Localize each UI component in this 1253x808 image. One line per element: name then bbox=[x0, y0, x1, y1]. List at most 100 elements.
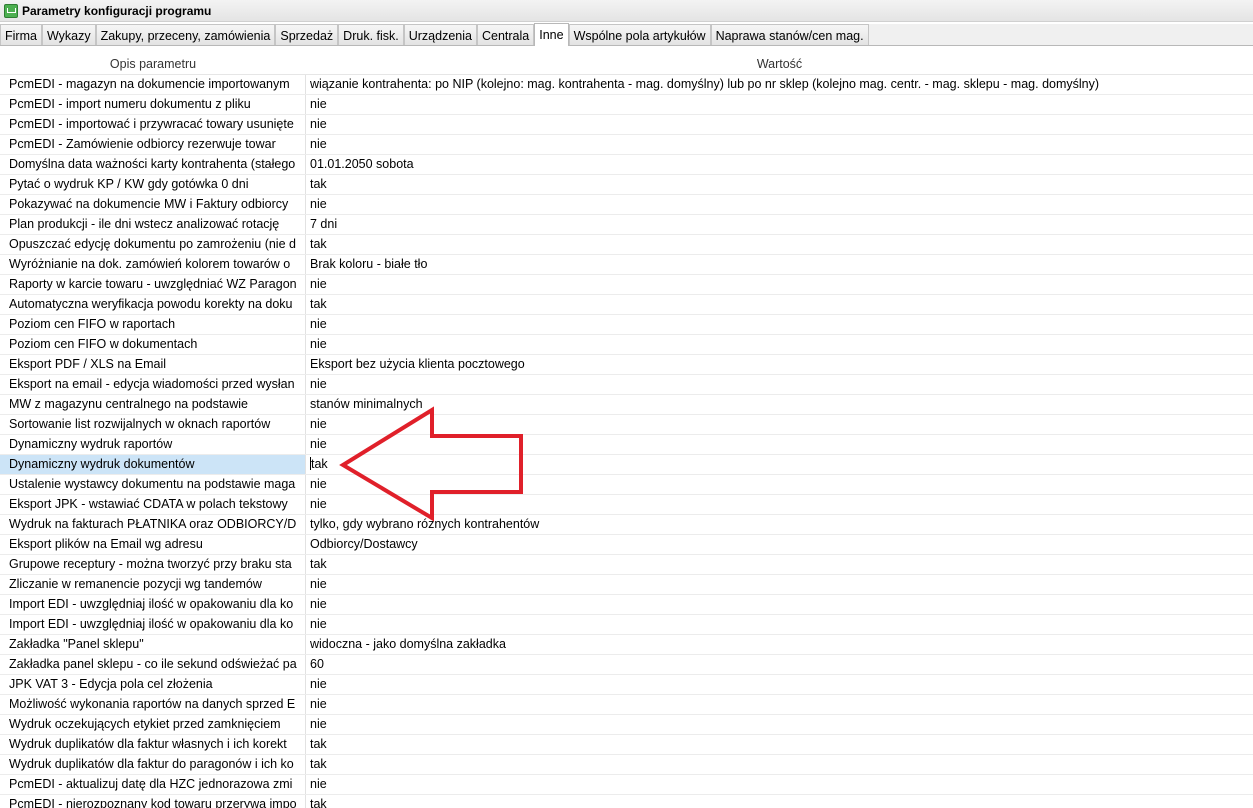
parameter-description[interactable]: Możliwość wykonania raportów na danych s… bbox=[0, 695, 306, 714]
column-header-value[interactable]: Wartość bbox=[306, 55, 1253, 74]
parameter-description[interactable]: PcmEDI - Zamówienie odbiorcy rezerwuje t… bbox=[0, 135, 306, 154]
parameter-value[interactable]: nie bbox=[306, 775, 1253, 794]
parameter-description[interactable]: Zakładka "Panel sklepu" bbox=[0, 635, 306, 654]
parameter-value[interactable]: nie bbox=[306, 135, 1253, 154]
parameter-description[interactable]: Plan produkcji - ile dni wstecz analizow… bbox=[0, 215, 306, 234]
tab-zakupy-przeceny-zamówienia[interactable]: Zakupy, przeceny, zamówienia bbox=[95, 24, 276, 45]
table-row[interactable]: PcmEDI - importować i przywracać towary … bbox=[0, 115, 1253, 135]
table-row[interactable]: Eksport na email - edycja wiadomości prz… bbox=[0, 375, 1253, 395]
parameter-value[interactable]: tak bbox=[306, 295, 1253, 314]
table-row[interactable]: PcmEDI - magazyn na dokumencie importowa… bbox=[0, 75, 1253, 95]
table-row[interactable]: Pytać o wydruk KP / KW gdy gotówka 0 dni… bbox=[0, 175, 1253, 195]
table-row[interactable]: Wydruk oczekujących etykiet przed zamkni… bbox=[0, 715, 1253, 735]
parameter-description[interactable]: Wydruk na fakturach PŁATNIKA oraz ODBIOR… bbox=[0, 515, 306, 534]
parameter-value[interactable]: nie bbox=[306, 575, 1253, 594]
parameter-value[interactable]: nie bbox=[306, 475, 1253, 494]
table-row[interactable]: Wyróżnianie na dok. zamówień kolorem tow… bbox=[0, 255, 1253, 275]
table-row[interactable]: Zliczanie w remanencie pozycji wg tandem… bbox=[0, 575, 1253, 595]
parameter-description[interactable]: PcmEDI - importować i przywracać towary … bbox=[0, 115, 306, 134]
parameter-description[interactable]: Pytać o wydruk KP / KW gdy gotówka 0 dni bbox=[0, 175, 306, 194]
parameter-value[interactable]: tak bbox=[306, 235, 1253, 254]
parameter-description[interactable]: Pokazywać na dokumencie MW i Faktury odb… bbox=[0, 195, 306, 214]
tab-wspólne-pola-artykułów[interactable]: Wspólne pola artykułów bbox=[568, 24, 711, 45]
table-row[interactable]: Zakładka "Panel sklepu" widoczna - jako d… bbox=[0, 635, 1253, 655]
parameter-value[interactable]: Eksport bez użycia klienta pocztowego bbox=[306, 355, 1253, 374]
table-row[interactable]: Raporty w karcie towaru - uwzględniać WZ… bbox=[0, 275, 1253, 295]
parameter-description[interactable]: Domyślna data ważności karty kontrahenta… bbox=[0, 155, 306, 174]
table-row[interactable]: Poziom cen FIFO w raportach nie bbox=[0, 315, 1253, 335]
parameter-value[interactable]: nie bbox=[306, 335, 1253, 354]
table-row[interactable]: Eksport plików na Email wg adresu Odbiorc… bbox=[0, 535, 1253, 555]
table-row[interactable]: Grupowe receptury - można tworzyć przy b… bbox=[0, 555, 1253, 575]
tab-druk-fisk[interactable]: Druk. fisk. bbox=[338, 24, 404, 45]
parameter-description[interactable]: Eksport PDF / XLS na Email bbox=[0, 355, 306, 374]
parameter-description[interactable]: Import EDI - uwzględniaj ilość w opakowa… bbox=[0, 615, 306, 634]
parameter-description[interactable]: Ustalenie wystawcy dokumentu na podstawi… bbox=[0, 475, 306, 494]
table-row[interactable]: Domyślna data ważności karty kontrahenta… bbox=[0, 155, 1253, 175]
parameter-description[interactable]: Eksport na email - edycja wiadomości prz… bbox=[0, 375, 306, 394]
parameter-value[interactable]: tak bbox=[306, 175, 1253, 194]
parameter-value[interactable]: nie bbox=[306, 375, 1253, 394]
parameter-value[interactable]: nie bbox=[306, 715, 1253, 734]
parameter-description[interactable]: Eksport plików na Email wg adresu bbox=[0, 535, 306, 554]
table-row[interactable]: Wydruk na fakturach PŁATNIKA oraz ODBIOR… bbox=[0, 515, 1253, 535]
table-row[interactable]: PcmEDI - nierozpoznany kod towaru przery… bbox=[0, 795, 1253, 808]
table-row[interactable]: Eksport PDF / XLS na Email Eksport bez uż… bbox=[0, 355, 1253, 375]
parameter-value[interactable]: nie bbox=[306, 435, 1253, 454]
table-row[interactable]: Wydruk duplikatów dla faktur własnych i … bbox=[0, 735, 1253, 755]
table-row[interactable]: Zakładka panel sklepu - co ile sekund od… bbox=[0, 655, 1253, 675]
parameter-value[interactable]: nie bbox=[306, 275, 1253, 294]
table-row[interactable]: Możliwość wykonania raportów na danych s… bbox=[0, 695, 1253, 715]
column-header-description[interactable]: Opis parametru bbox=[0, 55, 306, 74]
parameter-description[interactable]: PcmEDI - nierozpoznany kod towaru przery… bbox=[0, 795, 306, 808]
parameter-value[interactable]: nie bbox=[306, 695, 1253, 714]
parameter-value[interactable]: nie bbox=[306, 675, 1253, 694]
parameter-description[interactable]: Poziom cen FIFO w dokumentach bbox=[0, 335, 306, 354]
table-row[interactable]: Dynamiczny wydruk raportów nie bbox=[0, 435, 1253, 455]
parameter-description[interactable]: Dynamiczny wydruk dokumentów bbox=[0, 455, 306, 474]
parameter-value[interactable]: tak bbox=[306, 795, 1253, 808]
parameter-value[interactable]: nie bbox=[306, 195, 1253, 214]
parameter-value[interactable]: 60 bbox=[306, 655, 1253, 674]
parameter-value[interactable]: nie bbox=[306, 95, 1253, 114]
parameter-value[interactable]: tak bbox=[306, 735, 1253, 754]
parameter-description[interactable]: Eksport JPK - wstawiać CDATA w polach te… bbox=[0, 495, 306, 514]
table-row[interactable]: PcmEDI - import numeru dokumentu z pliku… bbox=[0, 95, 1253, 115]
parameter-description[interactable]: PcmEDI - import numeru dokumentu z pliku bbox=[0, 95, 306, 114]
table-row[interactable]: Dynamiczny wydruk dokumentów tak bbox=[0, 455, 1253, 475]
parameter-value[interactable]: nie bbox=[306, 315, 1253, 334]
parameter-description[interactable]: Zliczanie w remanencie pozycji wg tandem… bbox=[0, 575, 306, 594]
parameter-description[interactable]: Automatyczna weryfikacja powodu korekty … bbox=[0, 295, 306, 314]
table-row[interactable]: Poziom cen FIFO w dokumentach nie bbox=[0, 335, 1253, 355]
parameter-description[interactable]: Wyróżnianie na dok. zamówień kolorem tow… bbox=[0, 255, 306, 274]
parameter-description[interactable]: MW z magazynu centralnego na podstawie bbox=[0, 395, 306, 414]
parameter-description[interactable]: Grupowe receptury - można tworzyć przy b… bbox=[0, 555, 306, 574]
parameter-value[interactable]: tak bbox=[306, 455, 1253, 474]
table-row[interactable]: JPK VAT 3 - Edycja pola cel złożenia nie bbox=[0, 675, 1253, 695]
parameter-value[interactable]: nie bbox=[306, 595, 1253, 614]
parameter-value[interactable]: widoczna - jako domyślna zakładka bbox=[306, 635, 1253, 654]
table-row[interactable]: MW z magazynu centralnego na podstawie st… bbox=[0, 395, 1253, 415]
parameter-description[interactable]: JPK VAT 3 - Edycja pola cel złożenia bbox=[0, 675, 306, 694]
parameter-description[interactable]: Poziom cen FIFO w raportach bbox=[0, 315, 306, 334]
parameter-value[interactable]: nie bbox=[306, 495, 1253, 514]
parameter-description[interactable]: PcmEDI - magazyn na dokumencie importowa… bbox=[0, 75, 306, 94]
parameter-description[interactable]: Opuszczać edycję dokumentu po zamrożeniu… bbox=[0, 235, 306, 254]
parameter-description[interactable]: Wydruk duplikatów dla faktur do paragonó… bbox=[0, 755, 306, 774]
parameter-value[interactable]: tylko, gdy wybrano różnych kontrahentów bbox=[306, 515, 1253, 534]
tab-wykazy[interactable]: Wykazy bbox=[41, 24, 96, 45]
table-row[interactable]: Sortowanie list rozwijalnych w oknach ra… bbox=[0, 415, 1253, 435]
table-row[interactable]: Pokazywać na dokumencie MW i Faktury odb… bbox=[0, 195, 1253, 215]
parameter-value[interactable]: 7 dni bbox=[306, 215, 1253, 234]
tab-inne[interactable]: Inne bbox=[534, 23, 569, 46]
tab-sprzedaż[interactable]: Sprzedaż bbox=[275, 24, 339, 45]
parameter-description[interactable]: PcmEDI - aktualizuj datę dla HZC jednora… bbox=[0, 775, 306, 794]
table-row[interactable]: Opuszczać edycję dokumentu po zamrożeniu… bbox=[0, 235, 1253, 255]
parameter-value[interactable]: wiązanie kontrahenta: po NIP (kolejno: m… bbox=[306, 75, 1253, 94]
parameter-value[interactable]: tak bbox=[306, 555, 1253, 574]
parameter-description[interactable]: Wydruk oczekujących etykiet przed zamkni… bbox=[0, 715, 306, 734]
table-row[interactable]: PcmEDI - Zamówienie odbiorcy rezerwuje t… bbox=[0, 135, 1253, 155]
parameter-description[interactable]: Wydruk duplikatów dla faktur własnych i … bbox=[0, 735, 306, 754]
table-row[interactable]: Plan produkcji - ile dni wstecz analizow… bbox=[0, 215, 1253, 235]
tab-firma[interactable]: Firma bbox=[0, 24, 42, 45]
